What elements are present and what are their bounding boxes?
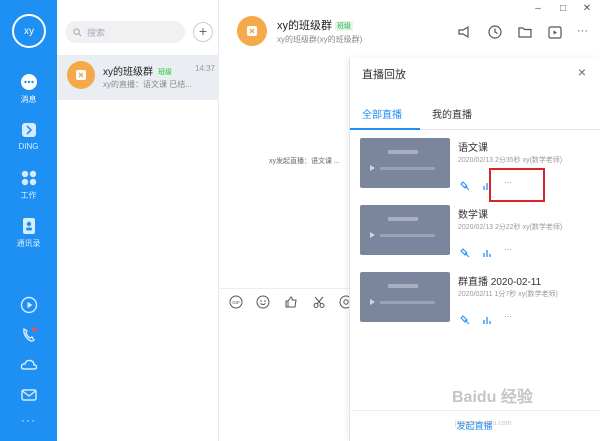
chat-title: xy的班级群 班级 (277, 20, 353, 32)
tab-all-live[interactable]: 全部直播 (362, 106, 402, 121)
clock-icon[interactable] (487, 24, 503, 40)
chat-bubble-icon (20, 74, 37, 90)
pin-icon[interactable] (460, 312, 470, 325)
contacts-icon (22, 218, 35, 234)
pin-icon[interactable] (460, 245, 470, 258)
highlight-box (489, 168, 545, 202)
conversation-name: xy的班级群 班级 (103, 67, 174, 78)
rail-live-button[interactable] (0, 295, 57, 315)
conversation-item[interactable]: xy的班级群 班级 14:37 xy的直播：语文课 已结... (57, 55, 219, 100)
add-button[interactable]: + (193, 22, 213, 42)
search-icon (73, 27, 82, 36)
rail-item-work[interactable]: 工作 (0, 168, 57, 201)
rail-item-messages[interactable]: 消息 (0, 72, 57, 105)
conversation-list: 搜索 + xy的班级群 班级 14:37 xy的直播：语文课 已结... (57, 0, 219, 441)
left-rail: xy 消息 DING 工作 通讯录 ··· (0, 0, 57, 441)
stats-icon[interactable] (482, 245, 492, 257)
minimize-button[interactable]: – (531, 3, 545, 14)
conversation-time: 14:37 (194, 64, 215, 73)
class-badge: 班级 (156, 67, 174, 77)
replay-item[interactable]: 语文课 2020/02/13 2分35秒 xy(数学老师) ··· (360, 138, 595, 193)
group-icon (76, 70, 86, 80)
rail-label: DING (18, 142, 39, 151)
tab-my-live[interactable]: 我的直播 (432, 106, 472, 121)
play-icon (370, 232, 375, 238)
close-window-button[interactable]: ✕ (580, 3, 594, 14)
phone-icon (22, 327, 37, 342)
folder-icon[interactable] (517, 24, 533, 40)
stats-icon[interactable] (482, 312, 492, 324)
rail-item-ding[interactable]: DING (0, 120, 57, 151)
replay-meta: 2020/02/13 2分22秒 xy(数学老师) (458, 224, 563, 231)
watermark-logo: Baidu 经验 (452, 389, 533, 406)
rail-item-contacts[interactable]: 通讯录 (0, 216, 57, 249)
more-dots-icon[interactable]: ··· (504, 245, 514, 255)
replay-thumbnail[interactable] (360, 205, 450, 255)
rail-cloud-button[interactable] (0, 355, 57, 375)
play-icon (370, 165, 375, 171)
cloud-icon (20, 359, 37, 370)
system-message: xy发起直播：语文课 ... (269, 158, 340, 165)
chat-toolbar: ··· (443, 24, 593, 40)
grid-icon (21, 170, 36, 186)
replay-meta: 2020/02/11 1分7秒 xy(数学老师) (458, 291, 558, 298)
replay-item[interactable]: 群直播 2020-02-11 2020/02/11 1分7秒 xy(数学老师) … (360, 272, 595, 327)
more-icon[interactable]: ··· (577, 24, 593, 40)
replay-thumbnail[interactable] (360, 272, 450, 322)
play-circle-icon (20, 296, 37, 314)
replay-item[interactable]: 数学课 2020/02/13 2分22秒 xy(数学老师) ··· (360, 205, 595, 260)
chat-subtitle: xy的班级群(xy的班级群) (277, 35, 363, 44)
group-avatar (67, 61, 95, 89)
thumbs-up-icon[interactable] (284, 295, 298, 309)
rail-mail-button[interactable] (0, 385, 57, 405)
emoji-icon[interactable] (256, 295, 270, 309)
replay-title: 数学课 (458, 210, 488, 221)
maximize-button[interactable]: □ (556, 3, 570, 14)
more-dots-icon[interactable]: ··· (0, 413, 57, 427)
replay-title: 群直播 2020-02-11 (458, 277, 542, 288)
user-avatar[interactable]: xy (12, 14, 46, 48)
panel-title: 直播回放 (362, 69, 406, 81)
ding-icon (21, 123, 36, 137)
announcement-icon[interactable] (457, 24, 473, 40)
conversation-preview: xy的直播：语文课 已结... (103, 80, 192, 89)
mail-icon (20, 389, 37, 401)
replay-meta: 2020/02/13 2分35秒 xy(数学老师) (458, 157, 563, 164)
rail-label: 通讯录 (16, 239, 41, 248)
active-tab-indicator (350, 128, 420, 130)
play-icon (370, 299, 375, 305)
rail-phone-button[interactable] (0, 325, 57, 345)
panel-close-button[interactable]: × (578, 64, 586, 80)
gif-icon[interactable]: GIF (229, 295, 243, 309)
watermark-url: jingyan.baidu.com (455, 420, 512, 427)
live-replay-icon[interactable] (547, 24, 563, 40)
more-dots-icon[interactable]: ··· (504, 312, 514, 322)
svg-text:GIF: GIF (232, 300, 240, 305)
search-placeholder: 搜索 (87, 27, 106, 38)
scissors-icon[interactable] (312, 295, 326, 309)
panel-tabs: 全部直播 我的直播 (350, 98, 600, 130)
replay-title: 语文课 (458, 143, 488, 154)
pin-icon[interactable] (460, 178, 470, 191)
replay-thumbnail[interactable] (360, 138, 450, 188)
chat-group-avatar[interactable] (237, 16, 267, 46)
group-icon (247, 26, 257, 36)
class-badge: 班级 (335, 21, 353, 31)
search-input[interactable]: 搜索 (65, 21, 185, 43)
rail-label: 工作 (20, 191, 37, 200)
rail-label: 消息 (20, 95, 37, 104)
